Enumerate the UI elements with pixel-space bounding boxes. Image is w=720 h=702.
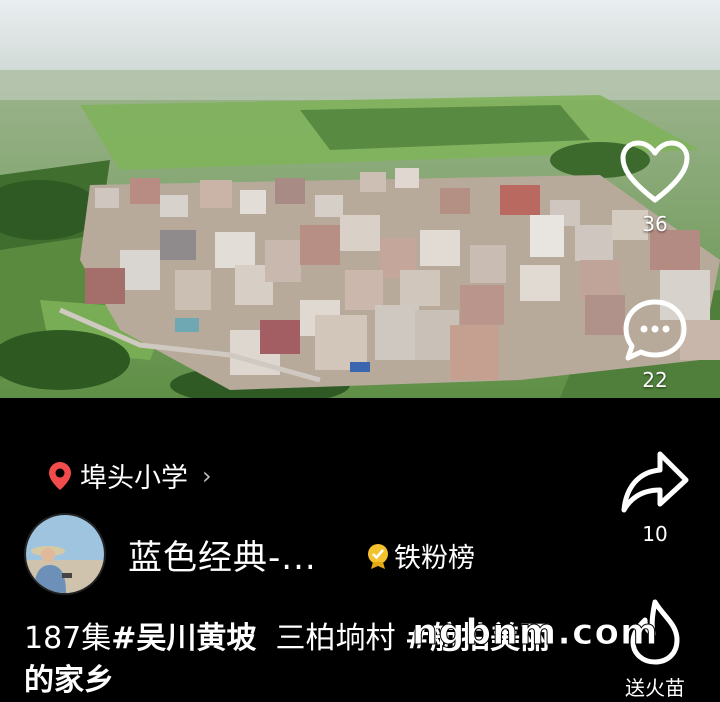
caption-middle: 三柏垧村: [256, 621, 406, 656]
comment-button[interactable]: 22: [610, 298, 700, 392]
author-name[interactable]: 蓝色经典-...: [128, 530, 317, 579]
comment-icon: [623, 299, 687, 361]
fan-badge-icon: [368, 543, 388, 569]
author-avatar[interactable]: [24, 513, 106, 595]
comment-count: 22: [642, 368, 668, 392]
video-feed-screen: 36 22 10 送火苗 埠头小学 › 蓝色经典-... 铁粉榜 187集#吴川…: [0, 0, 720, 702]
site-watermark: ngbnm.com: [412, 612, 659, 654]
fan-badge[interactable]: 铁粉榜: [366, 536, 475, 575]
share-button[interactable]: 10: [610, 448, 700, 546]
like-count: 36: [642, 212, 668, 236]
caption-prefix: 187集: [24, 621, 112, 656]
fan-badge-label: 铁粉榜: [394, 543, 475, 574]
location-tag[interactable]: 埠头小学 ›: [48, 456, 212, 495]
like-button[interactable]: 36: [610, 140, 700, 236]
location-name: 埠头小学: [80, 463, 188, 494]
share-count: 10: [642, 522, 668, 546]
avatar-image: [26, 515, 104, 593]
location-pin-icon: [49, 461, 71, 490]
caption-line2: 的家乡: [24, 663, 114, 698]
chevron-right-icon: ›: [202, 461, 212, 490]
heart-icon: [620, 140, 690, 203]
share-arrow-icon: [621, 451, 689, 513]
hashtag-wuchuan-huangpo[interactable]: #吴川黄坡: [111, 621, 256, 656]
